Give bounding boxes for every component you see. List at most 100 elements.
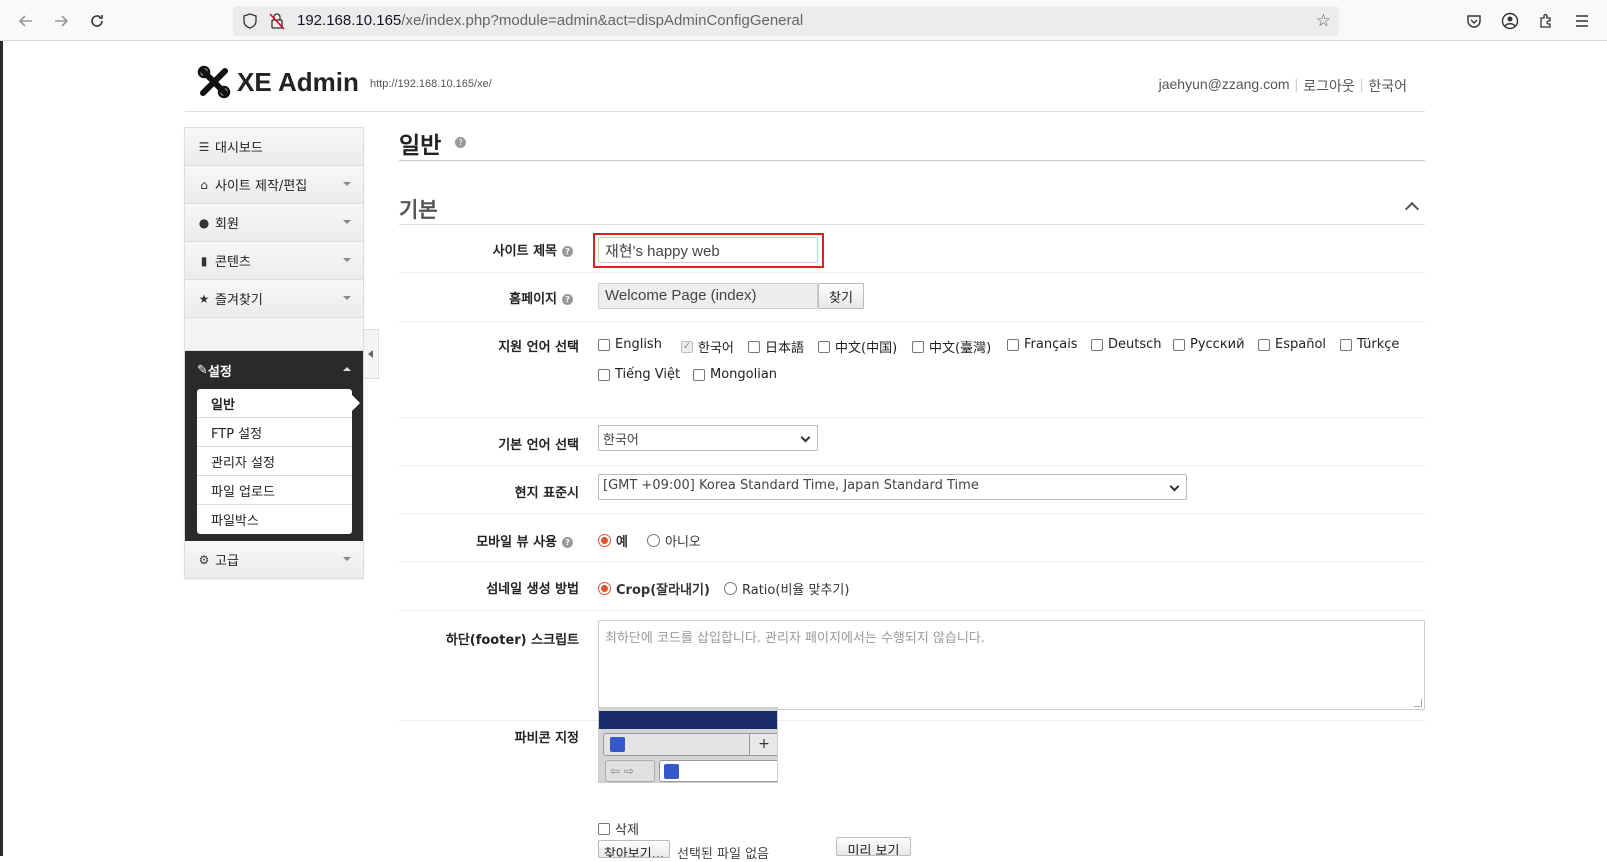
sidebar-item-label: 설정 [207,364,232,380]
favicon-address-icon [664,764,679,779]
reload-icon[interactable] [84,8,110,34]
chevron-down-icon [800,432,811,443]
language-link[interactable]: 한국어 [1368,76,1407,96]
pocket-icon[interactable] [1462,9,1486,33]
thumb-ratio-radio[interactable]: Ratio(비율 맞추기) [724,579,849,598]
lang-checkbox-turkish[interactable]: Türkçe [1340,337,1399,352]
browser-toolbar: 192.168.10.165/xe/index.php?module=admin… [0,0,1607,41]
account-links: jaehyun@zzang.com | 로그아웃 | 한국어 [1158,76,1407,96]
sidebar-item-site-edit[interactable]: ⌂ 사이트 제작/편집 [185,166,363,204]
timezone-label: 현지 표준시 [514,486,579,501]
default-language-row: 기본 언어 선택 한국어 [399,418,1425,466]
lang-checkbox-mongolian[interactable]: Mongolian [693,367,777,382]
mobile-view-row: 모바일 뷰 사용? 예 아니오 [399,514,1425,562]
chevron-down-icon [343,557,351,561]
timezone-row: 현지 표준시 [GMT +09:00] Korea Standard Time,… [399,466,1425,514]
favicon-delete-checkbox[interactable]: 삭제 [598,819,639,838]
submenu-item-filebox[interactable]: 파일박스 [197,505,352,534]
lang-checkbox-french[interactable]: Français [1007,337,1078,352]
textarea-placeholder: 최하단에 코드를 삽입합니다. 관리자 페이지에서는 수행되지 않습니다. [605,631,985,646]
settings-header[interactable]: ✎ 설정 [185,351,363,389]
chevron-down-icon [1169,481,1180,492]
chevron-down-icon [343,220,351,224]
lang-checkbox-vietnamese[interactable]: Tiếng Việt [598,367,680,382]
extensions-icon[interactable] [1534,9,1558,33]
favicon-tab-icon [610,737,625,752]
thumb-crop-radio[interactable]: Crop(잘라내기) [598,579,710,598]
logout-link[interactable]: 로그아웃 [1303,76,1355,96]
lang-checkbox-chinese-cn[interactable]: 中文(中国) [818,337,897,356]
no-file-text: 선택된 파일 없음 [677,847,769,862]
forward-icon[interactable] [48,8,74,34]
admin-header: XE Admin http://192.168.10.165/xe/ jaehy… [185,60,1425,112]
url-bar[interactable]: 192.168.10.165/xe/index.php?module=admin… [233,6,1339,36]
sidebar-item-dashboard[interactable]: ☰ 대시보드 [185,128,363,166]
help-icon[interactable]: ? [455,137,466,148]
find-button[interactable]: 찾기 [818,283,864,309]
resize-handle[interactable] [1414,699,1422,707]
lang-checkbox-spanish[interactable]: Español [1258,337,1326,352]
lang-checkbox-korean: ✓ 한국어 [681,340,734,356]
sidebar-item-label: 대시보드 [215,141,263,156]
bookmark-star-icon[interactable]: ☆ [1316,11,1331,31]
chevron-left-icon [368,350,373,358]
help-icon[interactable]: ? [562,246,573,257]
gear-icon: ⚙ [198,552,210,567]
lang-checkbox-japanese[interactable]: 日本語 [748,337,804,356]
timezone-select[interactable]: [GMT +09:00] Korea Standard Time, Japan … [598,474,1187,500]
language-label: 지원 언어 선택 [498,340,579,355]
site-url-link[interactable]: http://192.168.10.165/xe/ [370,78,492,90]
user-email-link[interactable]: jaehyun@zzang.com [1159,76,1290,96]
homepage-label: 홈페이지? [509,288,573,307]
url-text: 192.168.10.165/xe/index.php?module=admin… [297,12,804,29]
xe-logo[interactable]: XE Admin [197,65,359,99]
lang-checkbox-english[interactable]: English [598,337,662,352]
page-title: 일반 [399,133,442,159]
sidebar-collapse-button[interactable] [364,329,379,379]
preview-button[interactable]: 미리 보기 [836,837,911,856]
submenu-item-general[interactable]: 일반 [197,389,360,418]
sidebar-item-advanced[interactable]: ⚙ 고급 [185,541,363,579]
lang-checkbox-chinese-tw[interactable]: 中文(臺灣) [912,337,991,356]
insecure-lock-icon[interactable] [269,12,285,34]
account-icon[interactable] [1498,9,1522,33]
window-edge [0,41,3,856]
favicon-preview: + ⇦ ⇨ [598,707,778,783]
footer-script-textarea[interactable]: 최하단에 코드를 삽입합니다. 관리자 페이지에서는 수행되지 않습니다. [598,620,1425,710]
homepage-row: 홈페이지? Welcome Page (index) 찾기 [399,273,1425,322]
star-icon: ★ [198,291,210,306]
logo-text: XE Admin [237,66,359,97]
sidebar-item-contents[interactable]: ▮ 콘텐츠 [185,242,363,280]
site-title-input[interactable]: 재현's happy web [598,237,818,263]
chevron-up-icon[interactable] [1404,201,1420,217]
book-icon: ▮ [200,253,208,268]
browse-button[interactable]: 찾아보기... [598,840,670,858]
back-icon[interactable] [13,8,39,34]
shield-icon[interactable] [243,13,257,33]
language-row: 지원 언어 선택 English ✓ 한국어 日本語 中文(中国) 中文(臺灣) … [399,322,1425,418]
help-icon[interactable]: ? [562,294,573,305]
sidebar-item-label: 회원 [215,217,239,232]
chevron-up-icon [343,367,351,371]
menu-icon[interactable] [1570,9,1594,33]
sidebar-item-members[interactable]: ● 회원 [185,204,363,242]
lang-checkbox-russian[interactable]: Русский [1173,337,1245,352]
divider [399,160,1425,161]
mobile-view-label: 모바일 뷰 사용? [476,531,573,550]
mobile-no-radio[interactable]: 아니오 [647,531,701,550]
sidebar-item-label: 즐겨찾기 [215,293,263,308]
default-language-label: 기본 언어 선택 [498,438,579,453]
lang-checkbox-german[interactable]: Deutsch [1091,337,1162,352]
help-icon[interactable]: ? [562,537,573,548]
submenu-item-ftp[interactable]: FTP 설정 [197,418,352,447]
admin-sidebar: ☰ 대시보드 ⌂ 사이트 제작/편집 ● 회원 ▮ 콘텐츠 ★ 즐겨찾기 ✎ 설… [184,127,364,579]
homepage-input[interactable]: Welcome Page (index) [598,283,818,309]
submenu-item-file-upload[interactable]: 파일 업로드 [197,476,352,505]
sidebar-item-favorites[interactable]: ★ 즐겨찾기 [185,280,363,318]
section-title: 기본 [399,198,438,222]
submenu-item-admin-settings[interactable]: 관리자 설정 [197,447,352,476]
xe-logo-icon [197,65,231,99]
mobile-yes-radio[interactable]: 예 [598,531,628,550]
settings-submenu: 일반 FTP 설정 관리자 설정 파일 업로드 파일박스 [197,389,360,534]
default-language-select[interactable]: 한국어 [598,425,818,451]
